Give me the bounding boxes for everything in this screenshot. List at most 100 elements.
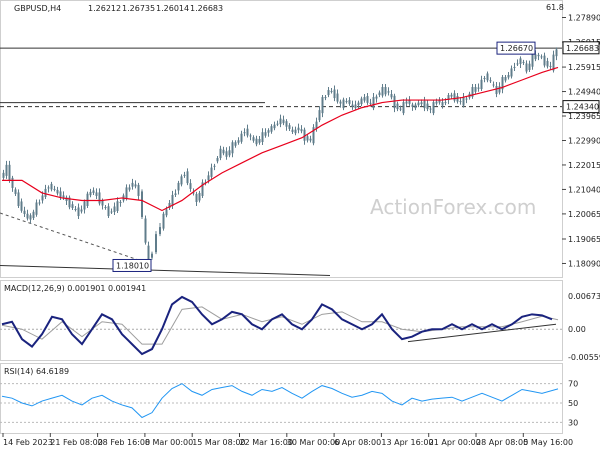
candle-body [423,100,426,109]
candle-body [89,191,92,196]
macd-y-tick-label: -0.005595 [568,353,600,362]
price-y-tick-label: 1.27890 [568,14,600,23]
candle-body [147,245,150,261]
candle-body [459,101,462,103]
x-tick-label: 15 Mar 08:00 [192,438,245,447]
candle-body [273,124,276,129]
candle-body [98,192,101,204]
candle-body [210,167,213,177]
candle-body [134,184,137,187]
macd-label: MACD(12,26,9) 0.001901 0.001941 [4,284,146,293]
candle-body [252,137,255,141]
watermark: ActionForex.com [370,195,536,219]
candle-body [492,84,495,86]
candle-body [507,74,510,78]
candle-body [351,104,354,107]
candle-body [354,104,357,109]
candle-body [44,188,47,197]
candle-body [8,164,11,181]
candle-body [216,158,219,162]
candle-body [23,210,26,215]
candle-body [450,94,453,97]
candle-body [14,189,17,194]
candle-body [324,97,327,99]
candle-body [231,142,234,154]
candle-body [519,58,522,64]
x-tick-label: 21 Feb 08:00 [50,438,102,447]
candle-body [222,149,225,154]
candle-body [225,151,228,157]
candle-body [183,174,186,176]
candle-body [141,191,143,218]
candle-body [399,108,402,110]
candle-body [318,110,321,121]
candle-body [534,54,537,60]
candle-body [35,202,38,215]
candle-body [113,206,116,213]
candle-body [50,183,53,190]
candle-body [86,193,89,206]
candle-body [279,118,282,125]
candle-body [104,206,107,208]
candle-body [41,195,44,201]
candle-body [330,91,333,93]
candle-body [285,121,288,127]
candle-body [513,66,516,68]
x-tick-label: 14 Feb 2023 [3,438,53,447]
candle-body [546,60,549,67]
candle-body [276,123,279,125]
candle-body [429,108,432,110]
price-y-tick-label: 1.19065 [568,235,600,244]
candle-body [71,204,74,208]
candle-body [495,86,498,95]
candle-body [525,63,528,72]
candle-body [435,101,438,104]
candle-body [369,102,372,104]
candle-body [420,102,423,105]
candle-body [77,207,80,217]
price-y-tick-label: 1.22990 [568,136,600,145]
candle-body [498,86,501,93]
candle-body [258,138,261,143]
x-tick-label: 5 May 16:00 [523,438,573,447]
candle-body [174,193,177,195]
candle-body [432,102,435,114]
candle-body [83,201,86,210]
candle-body [360,98,363,105]
candle-body [483,77,486,79]
candle-body [270,126,273,132]
candle-body [237,140,240,143]
candle-body [405,101,408,104]
support-level-tag-text: 1.24340 [566,103,599,112]
candle-body [339,101,342,104]
candle-body [240,133,243,142]
candle-body [261,132,264,142]
candle-body [92,190,95,193]
rsi-y-tick-label: 50 [568,399,578,408]
low-value: 1.26014 [156,4,189,13]
candle-body [144,218,147,243]
candle-body [393,95,396,109]
candle-body [528,63,531,70]
candle-body [101,200,104,206]
price-y-tick-label: 1.23965 [568,112,600,121]
candle-body [342,99,345,109]
candle-body [372,97,375,109]
candle-body [390,94,393,98]
chart-background [0,0,600,450]
candle-body [116,201,119,212]
candle-body [384,87,387,95]
candle-body [378,92,381,96]
candle-body [11,177,14,188]
candle-body [17,192,20,206]
candle-body [264,132,267,136]
candle-body [336,93,339,102]
candle-body [56,189,59,194]
candle-body [180,176,183,185]
level-low-text: 1.18010 [116,261,149,270]
price-y-tick-label: 1.20065 [568,210,600,219]
candle-body [375,96,378,99]
candle-body [198,192,201,201]
candle-body [462,97,465,106]
candle-body [297,127,300,131]
